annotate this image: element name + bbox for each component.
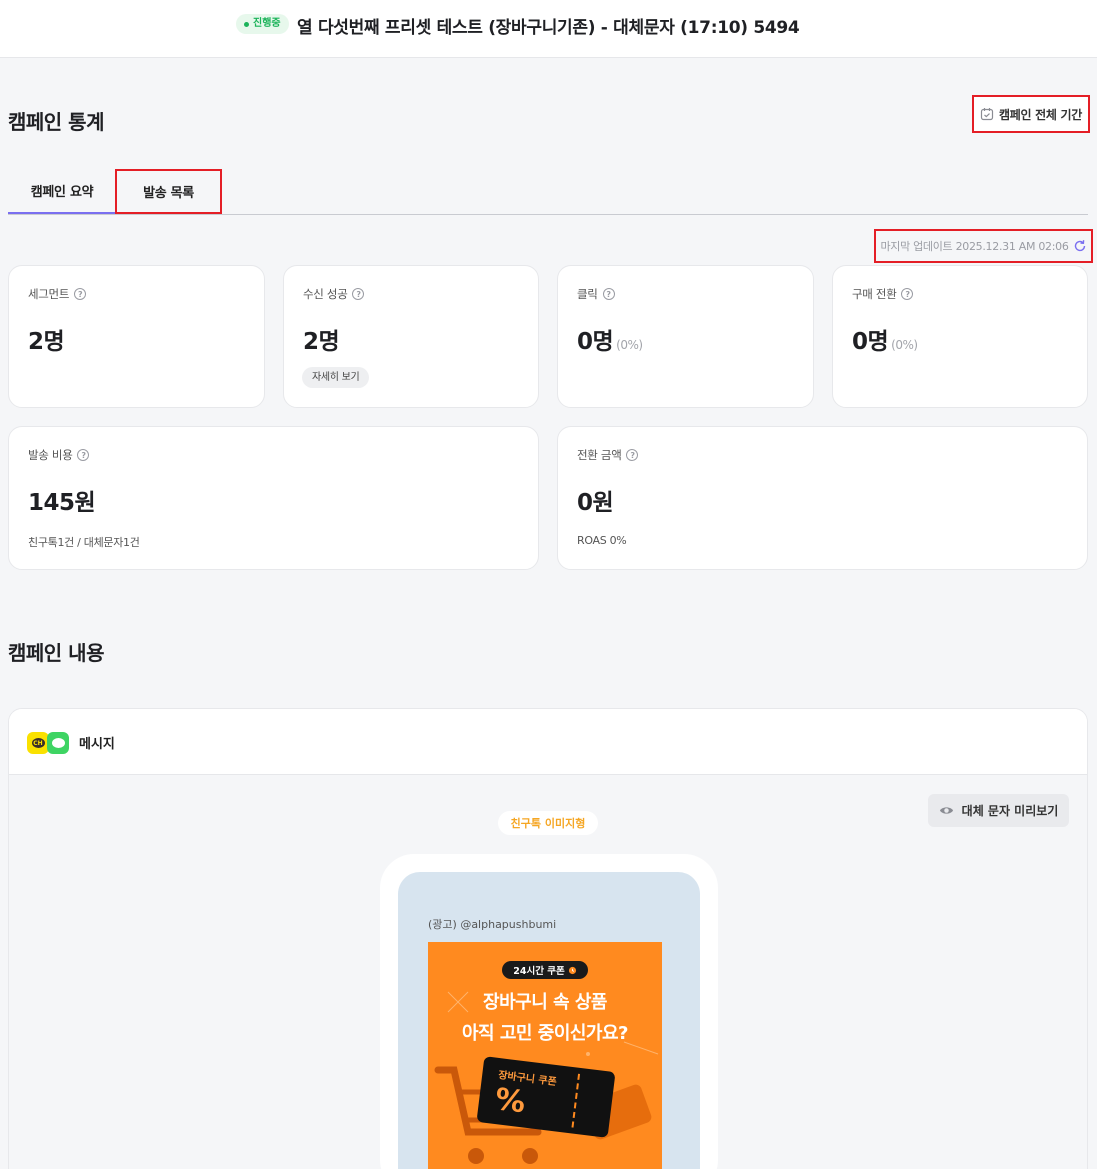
stat-value-percent: (0%) (616, 338, 643, 352)
last-update-text: 마지막 업데이트 2025.12.31 AM 02:06 (880, 240, 1069, 253)
message-type-badge: 친구톡 이미지형 (498, 811, 598, 835)
view-details-button[interactable]: 자세히 보기 (302, 367, 370, 388)
stat-card-subtext: ROAS 0% (577, 534, 627, 547)
stat-card-label-text: 수신 성공 (303, 287, 348, 301)
clock-icon (568, 966, 576, 974)
ad-image: 24시간 쿠폰 장바구니 속 상품 아직 고민 중이신가요? 장바구니 쿠폰 % (428, 942, 662, 1169)
last-update: 마지막 업데이트 2025.12.31 AM 02:06 (874, 229, 1093, 263)
sms-message-icon (47, 732, 69, 754)
ad-sender-label: (광고) @alphapushbumi (428, 918, 557, 931)
stat-card-value: 2명 (303, 329, 340, 355)
status-dot-icon (244, 21, 249, 27)
stat-card-label-text: 클릭 (577, 287, 598, 301)
help-icon[interactable]: ? (77, 449, 90, 461)
stat-value-number: 0명 (577, 329, 614, 355)
stat-card-label: 구매 전환 ? (852, 286, 914, 302)
stats-tabs: 캠페인 요약 발송 목록 (8, 168, 1088, 215)
sms-preview-label: 대체 문자 미리보기 (961, 804, 1059, 818)
phone-mockup: (광고) @alphapushbumi 24시간 쿠폰 장바구니 속 상품 아직… (380, 854, 718, 1169)
stat-card-conversion: 구매 전환 ? 0명 (0%) (832, 265, 1088, 408)
stat-card-value: 0명 (0%) (577, 322, 643, 356)
tab-send-history[interactable]: 발송 목록 (115, 169, 222, 214)
stat-card-conversion-amount: 전환 금액 ? 0원 ROAS 0% (557, 426, 1088, 570)
top-bar: 진행중 열 다섯번째 프리셋 테스트 (장바구니기존) - 대체문자 (17:1… (0, 0, 1097, 58)
stats-section-title: 캠페인 통계 (8, 110, 104, 134)
stat-card-label: 전환 금액 ? (577, 447, 639, 463)
status-label: 진행중 (253, 18, 281, 29)
coupon-badge: 24시간 쿠폰 (502, 961, 588, 979)
stat-card-value: 0원 (577, 490, 614, 516)
message-content-card: CH 메시지 대체 문자 미리보기 친구톡 이미지형 (광고) @alphapu… (8, 708, 1088, 1169)
period-button[interactable]: 캠페인 전체 기간 (972, 95, 1090, 133)
stat-value-number: 0명 (852, 329, 889, 355)
stat-card-value: 0명 (0%) (852, 322, 918, 356)
stat-card-received: 수신 성공 ? 2명 자세히 보기 (283, 265, 539, 408)
stat-card-segment: 세그먼트 ? 2명 (8, 265, 265, 408)
eye-icon (939, 807, 953, 814)
percent-icon: % (493, 1081, 528, 1121)
campaign-title: 열 다섯번째 프리셋 테스트 (장바구니기존) - 대체문자 (17:10) 5… (297, 18, 800, 38)
stat-card-value: 145원 (28, 490, 96, 516)
status-badge: 진행중 (236, 14, 289, 34)
stat-card-subtext: 친구톡1건 / 대체문자1건 (28, 536, 140, 549)
stat-card-label: 클릭 ? (577, 286, 615, 302)
ticket-perforation (571, 1073, 581, 1128)
message-preview-area: 대체 문자 미리보기 친구톡 이미지형 (광고) @alphapushbumi (9, 775, 1087, 1169)
content-section-title: 캠페인 내용 (8, 641, 104, 665)
tab-campaign-summary[interactable]: 캠페인 요약 (8, 168, 116, 214)
phone-screen: (광고) @alphapushbumi 24시간 쿠폰 장바구니 속 상품 아직… (398, 872, 700, 1169)
calendar-icon (980, 108, 994, 121)
ad-headline-2: 아직 고민 중이신가요? (461, 1023, 629, 1044)
stat-card-label-text: 구매 전환 (852, 287, 897, 301)
help-icon[interactable]: ? (602, 288, 615, 300)
ad-headline-1: 장바구니 속 상품 (483, 992, 607, 1013)
sms-preview-button[interactable]: 대체 문자 미리보기 (928, 794, 1069, 827)
help-icon[interactable]: ? (901, 288, 914, 300)
stat-card-label-text: 세그먼트 (28, 287, 70, 301)
period-button-label: 캠페인 전체 기간 (999, 107, 1082, 122)
help-icon[interactable]: ? (352, 288, 365, 300)
refresh-icon[interactable] (1073, 239, 1087, 253)
stat-card-label: 발송 비용 ? (28, 447, 90, 463)
stat-card-send-cost: 발송 비용 ? 145원 친구톡1건 / 대체문자1건 (8, 426, 539, 570)
stat-card-label-text: 전환 금액 (577, 448, 622, 462)
stat-card-label: 수신 성공 ? (303, 286, 365, 302)
channel-label: 메시지 (79, 737, 115, 752)
help-icon[interactable]: ? (626, 449, 639, 461)
stat-value-percent: (0%) (891, 338, 918, 352)
stat-card-label-text: 발송 비용 (28, 448, 73, 462)
stat-card-label: 세그먼트 ? (28, 286, 87, 302)
kakao-talk-icon: CH (27, 732, 49, 754)
channel-icons: CH (27, 732, 69, 754)
stat-card-value: 2명 (28, 329, 65, 355)
stat-card-click: 클릭 ? 0명 (0%) (557, 265, 814, 408)
message-card-header: CH 메시지 (9, 709, 1087, 775)
help-icon[interactable]: ? (74, 288, 87, 300)
coupon-badge-text: 24시간 쿠폰 (513, 966, 565, 977)
